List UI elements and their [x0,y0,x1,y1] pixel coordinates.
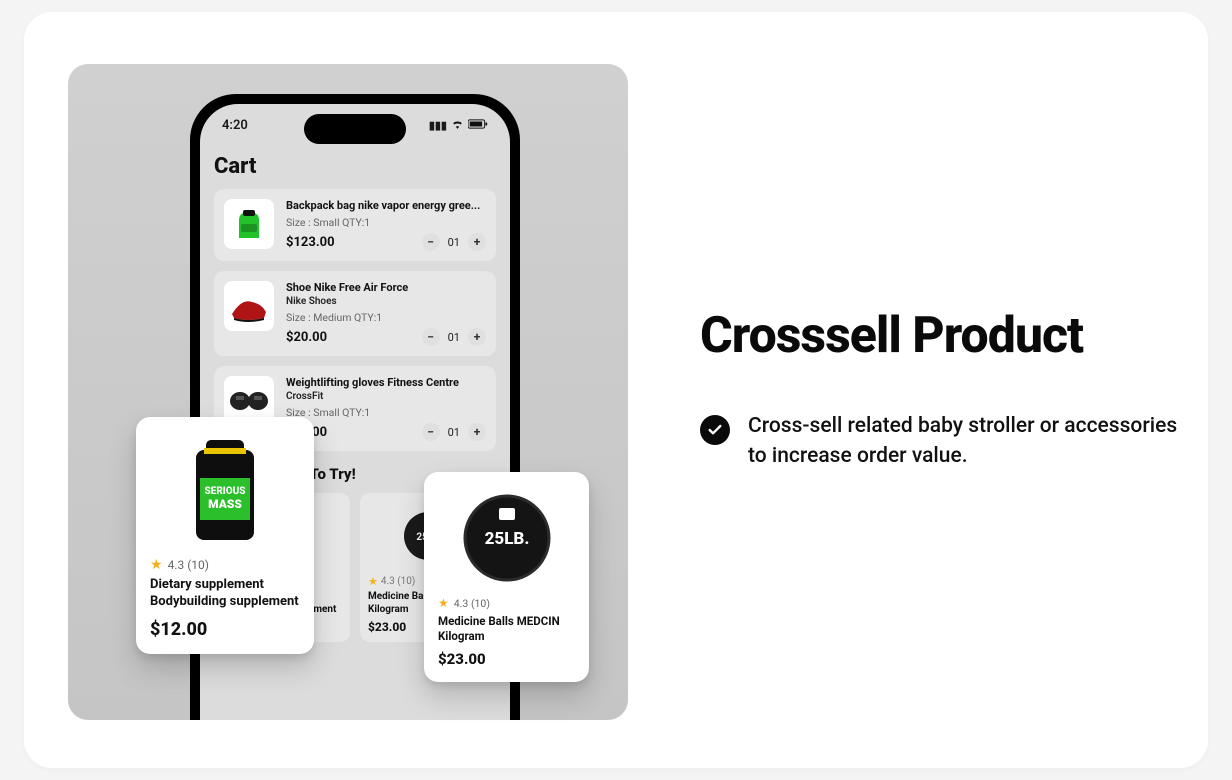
cart-item-subtitle: Nike Shoes [286,296,486,307]
svg-text:SERIOUS: SERIOUS [205,486,246,497]
float-card-price: $12.00 [150,619,300,640]
star-icon: ★ [150,557,163,573]
cart-item-price: $20.00 [286,330,327,345]
cart-item-meta: Size : Small QTY:1 [286,216,486,229]
rating-text: 4.3 (10) [168,558,209,572]
cart-item-meta: Size : Medium QTY:1 [286,311,486,324]
float-card-rating: ★ 4.3 (10) [150,557,300,573]
float-card-supplement[interactable]: SERIOUS MASS ★ 4.3 (10) Dietary suppleme… [136,417,314,654]
marketing-block: Crosssell Product Cross-sell related bab… [700,310,1180,471]
float-card-medicine-ball[interactable]: 25LB. ★ 4.3 (10) Medicine Balls MEDCIN K… [424,472,589,682]
float-card-rating: ★ 4.3 (10) [438,596,575,610]
qty-plus-button[interactable]: + [468,328,486,346]
cart-item-title: Weightlifting gloves Fitness Centre [286,376,486,389]
float-card-image: 25LB. [438,486,575,590]
battery-icon [468,119,488,132]
qty-value: 01 [448,236,460,249]
qty-plus-button[interactable]: + [468,423,486,441]
status-time: 4:20 [222,118,248,133]
status-indicators: ▮▮▮ [429,118,488,133]
cart-item-title: Backpack bag nike vapor energy gree... [286,199,486,212]
product-thumb [224,199,274,249]
star-icon: ★ [368,575,378,588]
cart-item-meta: Size : Small QTY:1 [286,406,486,419]
status-bar: 4:20 ▮▮▮ [200,118,510,133]
cart-item-price: $123.00 [286,235,335,250]
check-icon [700,415,730,445]
rating-text: 4.3 (10) [454,597,490,610]
qty-value: 01 [448,331,460,344]
bullet-text: Cross-sell related baby stroller or acce… [748,411,1180,472]
hero-card: Crosssell Product Cross-sell related bab… [24,12,1208,768]
svg-text:25LB.: 25LB. [484,529,529,549]
qty-plus-button[interactable]: + [468,233,486,251]
float-card-title: Medicine Balls MEDCIN Kilogram [438,614,575,644]
qty-value: 01 [448,426,460,439]
wifi-icon [451,119,464,132]
page-title: Cart [214,154,496,179]
svg-text:MASS: MASS [208,497,242,511]
float-card-image: SERIOUS MASS [150,431,300,551]
marketing-heading: Crosssell Product [700,310,1180,363]
product-thumb [224,281,274,331]
qty-minus-button[interactable]: − [422,423,440,441]
bullet-row: Cross-sell related baby stroller or acce… [700,411,1180,472]
cart-item-subtitle: CrossFit [286,391,486,402]
float-card-title: Dietary supplement Bodybuilding suppleme… [150,577,300,611]
qty-minus-button[interactable]: − [422,328,440,346]
cart-item[interactable]: Shoe Nike Free Air Force Nike Shoes Size… [214,271,496,356]
qty-minus-button[interactable]: − [422,233,440,251]
signal-icon: ▮▮▮ [429,119,447,132]
cart-item[interactable]: Backpack bag nike vapor energy gree... S… [214,189,496,261]
float-card-price: $23.00 [438,650,575,668]
star-icon: ★ [438,596,449,610]
cart-item-title: Shoe Nike Free Air Force [286,281,486,294]
rating-text: 4.3 (10) [381,576,416,587]
